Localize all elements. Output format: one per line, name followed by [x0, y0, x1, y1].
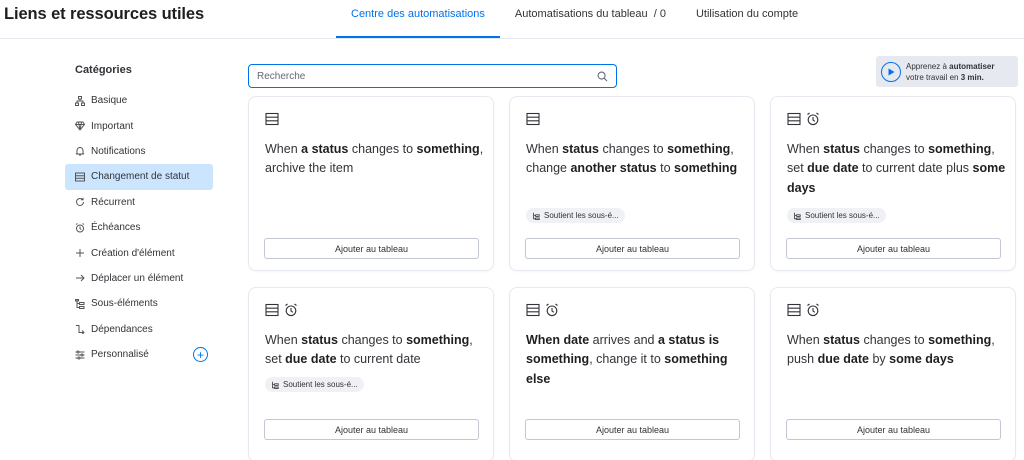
sidebar-item-label: Basique [91, 95, 128, 107]
bell-icon [75, 145, 91, 157]
automation-recipe: When status changes to something, change… [526, 142, 738, 176]
alarm-icon [807, 303, 819, 317]
page-title: Liens et ressources utiles [4, 5, 205, 23]
sidebar-item-important[interactable]: Important [65, 113, 213, 138]
subitems-icon [272, 381, 279, 389]
automation-card: When date arrives and a status is someth… [509, 287, 755, 460]
table-icon [265, 303, 279, 317]
sitemap-icon [75, 95, 91, 107]
subitems-icon [75, 298, 91, 310]
sidebar-item-label: Échéances [91, 222, 141, 234]
subitems-support-tag: Soutient les sous-é... [526, 208, 625, 223]
table-icon [265, 112, 279, 126]
table-icon [787, 303, 801, 317]
alarm-icon [546, 303, 558, 317]
sidebar-item-creation-element[interactable]: Création d'élément [65, 240, 213, 265]
alarm-icon [75, 222, 91, 234]
sidebar-item-changement-de-statut[interactable]: Changement de statut [65, 164, 213, 190]
sidebar-item-label: Dépendances [91, 323, 153, 335]
table-icon [787, 112, 801, 126]
sidebar-item-personnalise[interactable]: Personnalisé [65, 342, 213, 367]
tab-automation-center[interactable]: Centre des automatisations [336, 0, 500, 38]
sidebar-item-label: Personnalisé [91, 349, 149, 361]
sidebar-item-label: Important [91, 120, 134, 132]
sidebar-item-label: Création d'élément [91, 247, 175, 259]
sidebar-item-dependances[interactable]: Dépendances [65, 317, 213, 342]
sidebar-item-deplacer-element[interactable]: Déplacer un élément [65, 266, 213, 291]
search-box [248, 64, 617, 88]
alarm-icon [285, 303, 297, 317]
search-input[interactable] [257, 70, 597, 82]
sliders-icon [75, 349, 91, 361]
add-to-board-button[interactable]: Ajouter au tableau [786, 238, 1001, 259]
add-to-board-button[interactable]: Ajouter au tableau [525, 419, 740, 440]
gem-icon [75, 120, 91, 132]
automation-recipe: When status changes to something, push d… [787, 333, 995, 367]
add-to-board-button[interactable]: Ajouter au tableau [525, 238, 740, 259]
sidebar-item-recurrent[interactable]: Récurrent [65, 190, 213, 215]
subitems-support-tag: Soutient les sous-é... [265, 377, 364, 392]
header-divider [0, 38, 1024, 39]
automation-recipe: When status changes to something, set du… [265, 333, 473, 367]
sidebar-item-label: Notifications [91, 145, 146, 157]
table-icon [75, 171, 91, 183]
subitems-icon [794, 212, 801, 220]
tab-board-automations[interactable]: Automatisations du tableau / 0 [500, 0, 681, 38]
sidebar-item-label: Sous-éléments [91, 298, 158, 310]
subitems-icon [533, 212, 540, 220]
automation-card: When status changes to something, change… [509, 96, 755, 271]
learn-automation-video[interactable]: Apprenez à automatiser votre travail en … [876, 56, 1018, 87]
table-icon [526, 112, 540, 126]
automation-recipe: When a status changes to something, arch… [265, 142, 484, 176]
arrow-right-icon [75, 272, 91, 284]
plus-icon [75, 247, 91, 259]
learn-text: Apprenez à automatiser votre travail en … [906, 61, 995, 82]
automation-recipe: When date arrives and a status is someth… [526, 333, 728, 386]
subitems-support-tag: Soutient les sous-é... [787, 208, 886, 223]
search-icon[interactable] [597, 71, 608, 82]
add-to-board-button[interactable]: Ajouter au tableau [264, 419, 479, 440]
automation-recipe: When status changes to something, set du… [787, 142, 1006, 195]
add-to-board-button[interactable]: Ajouter au tableau [786, 419, 1001, 440]
table-icon [526, 303, 540, 317]
automation-card: When status changes to something, push d… [770, 287, 1016, 460]
automation-card: When status changes to something, set du… [770, 96, 1016, 271]
sidebar-item-notifications[interactable]: Notifications [65, 139, 213, 164]
sidebar-item-echeances[interactable]: Échéances [65, 215, 213, 240]
sidebar-item-sous-elements[interactable]: Sous-éléments [65, 291, 213, 316]
refresh-icon [75, 196, 91, 208]
tab-account-usage[interactable]: Utilisation du compte [681, 0, 813, 38]
sidebar-categories: Basique Important Notifications Changeme… [65, 88, 213, 367]
automation-card: When status changes to something, set du… [248, 287, 494, 460]
alarm-icon [807, 112, 819, 126]
add-to-board-button[interactable]: Ajouter au tableau [264, 238, 479, 259]
sidebar-title: Catégories [75, 64, 132, 76]
add-custom-category-button[interactable]: + [193, 347, 208, 362]
dependency-icon [75, 323, 91, 335]
sidebar-item-basique[interactable]: Basique [65, 88, 213, 113]
top-tabs: Centre des automatisations Automatisatio… [336, 0, 813, 38]
sidebar-item-label: Changement de statut [91, 171, 190, 183]
play-icon [881, 61, 901, 82]
sidebar-item-label: Récurrent [91, 196, 135, 208]
automation-card: When a status changes to something, arch… [248, 96, 494, 271]
sidebar-item-label: Déplacer un élément [91, 272, 184, 284]
